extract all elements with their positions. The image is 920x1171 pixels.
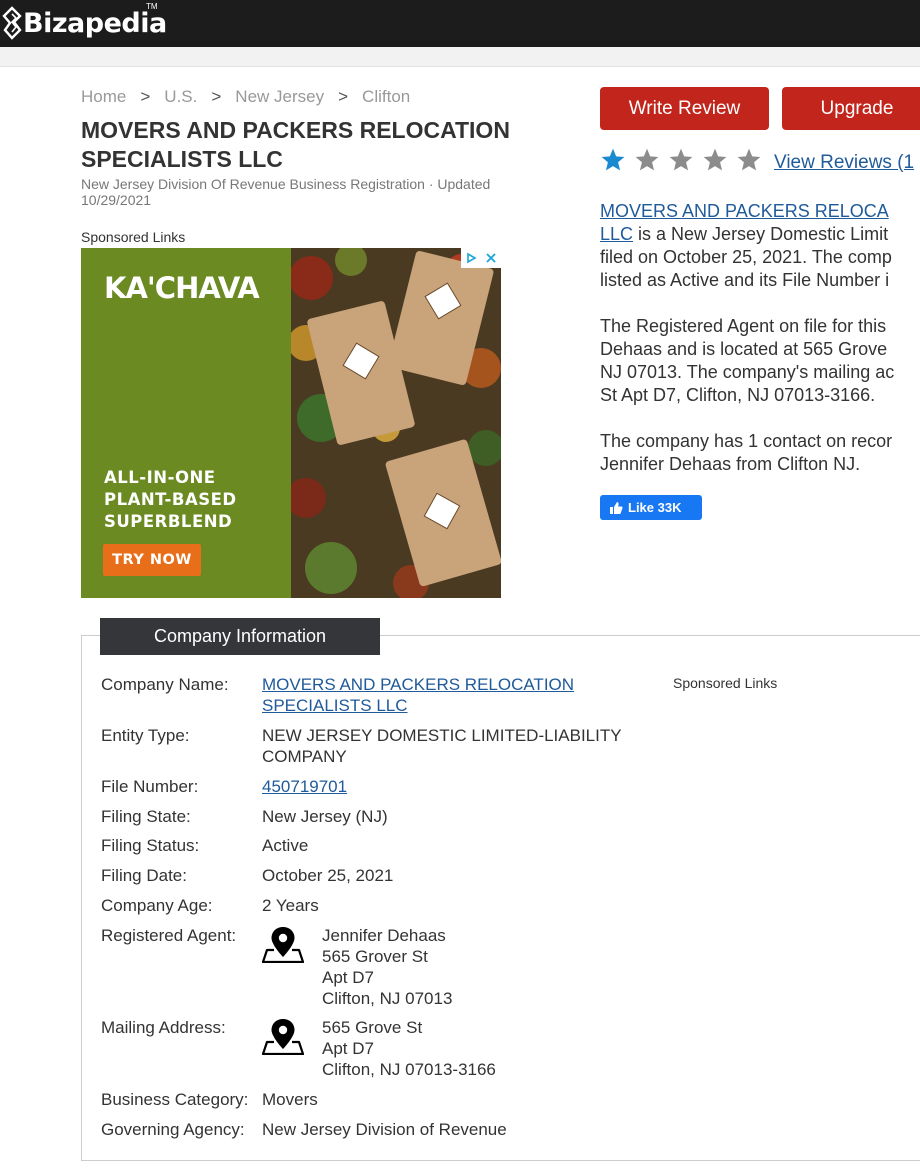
description-text: The Registered Agent on file for this <box>600 316 887 336</box>
file-number-link[interactable]: 450719701 <box>262 777 347 796</box>
thumbs-up-icon <box>610 501 623 514</box>
breadcrumb-us[interactable]: U.S. <box>164 87 197 107</box>
source-updated-line: New Jersey Division Of Revenue Business … <box>81 176 491 208</box>
star-icon[interactable] <box>600 147 626 173</box>
address-line: Apt D7 <box>322 1039 374 1058</box>
star-icon[interactable] <box>702 147 728 173</box>
company-name-link[interactable]: MOVERS AND PACKERS RELOCA <box>600 201 889 221</box>
ad-panel: KA'CHAVA ALL-IN-ONE PLANT-BASED SUPERBLE… <box>81 248 291 598</box>
ad-tagline: ALL-IN-ONE PLANT-BASED SUPERBLEND <box>104 468 237 531</box>
description-text: is a New Jersey Domestic Limit <box>633 224 889 244</box>
ad-product-image <box>291 248 501 598</box>
info-label: Company Name: <box>101 675 229 694</box>
breadcrumb-separator: > <box>211 87 222 106</box>
entity-type-line: COMPANY <box>262 747 347 766</box>
address-line: 565 Grove St <box>322 1018 423 1037</box>
rating-stars[interactable] <box>600 147 770 173</box>
info-label: Business Category: <box>101 1090 249 1109</box>
info-value: Active <box>262 836 309 855</box>
description-text: listed as Active and its File Number i <box>600 270 890 290</box>
description-text: The company has 1 contact on recor <box>600 431 893 451</box>
logo-text: Bizapedia <box>23 7 167 39</box>
ad-banner[interactable]: KA'CHAVA ALL-IN-ONE PLANT-BASED SUPERBLE… <box>81 248 501 598</box>
address-line: Clifton, NJ 07013-3166 <box>322 1060 496 1079</box>
info-label: Filing Status: <box>101 836 200 855</box>
info-label: Filing Date: <box>101 866 187 885</box>
company-name-link[interactable]: LLC <box>600 224 633 244</box>
breadcrumb-separator: > <box>140 87 151 106</box>
entity-type-line: NEW JERSEY DOMESTIC LIMITED-LIABILITY <box>262 726 622 745</box>
map-pin-icon[interactable] <box>262 1017 304 1055</box>
page-title-line: SPECIALISTS LLC <box>81 146 283 172</box>
breadcrumb-clifton[interactable]: Clifton <box>362 87 410 107</box>
write-review-button[interactable]: Write Review <box>600 87 769 130</box>
info-value: October 25, 2021 <box>262 866 394 885</box>
address-line: Apt D7 <box>322 968 374 987</box>
info-label: File Number: <box>101 777 199 796</box>
ad-choices-icon[interactable] <box>465 252 477 264</box>
star-icon[interactable] <box>668 147 694 173</box>
top-bar: Bizapedia TM <box>0 0 920 47</box>
breadcrumb-new-jersey[interactable]: New Jersey <box>235 87 324 107</box>
description-text: Dehaas and is located at 565 Grove <box>600 339 888 359</box>
close-icon[interactable] <box>485 252 497 264</box>
info-value: NEW JERSEY DOMESTIC LIMITED-LIABILITY CO… <box>262 725 622 767</box>
bizapedia-logo[interactable]: Bizapedia <box>2 5 167 41</box>
address-line: 565 Grover St <box>322 947 428 966</box>
info-label: Registered Agent: <box>101 926 237 945</box>
description-text: Jennifer Dehaas from Clifton NJ. <box>600 454 861 474</box>
like-count: Like 33K <box>628 500 682 515</box>
info-value: MOVERS AND PACKERS RELOCATION SPECIALIST… <box>262 674 574 716</box>
map-pin-icon[interactable] <box>262 925 304 963</box>
info-label: Governing Agency: <box>101 1120 245 1139</box>
sponsored-links-label: Sponsored Links <box>81 229 186 245</box>
star-icon[interactable] <box>634 147 660 173</box>
info-value: 2 Years <box>262 896 319 915</box>
ad-try-now-button[interactable]: TRY NOW <box>103 544 201 576</box>
sponsored-links-label: Sponsored Links <box>673 675 778 691</box>
info-label: Entity Type: <box>101 726 190 745</box>
registered-agent-address: Jennifer Dehaas 565 Grover St Apt D7 Cli… <box>322 925 452 1009</box>
view-reviews-link[interactable]: View Reviews (1 <box>774 152 914 174</box>
ad-choices[interactable] <box>461 248 501 268</box>
company-description: MOVERS AND PACKERS RELOCA LLC is a New J… <box>600 200 920 499</box>
star-icon[interactable] <box>736 147 762 173</box>
info-label: Filing State: <box>101 807 191 826</box>
info-label: Company Age: <box>101 896 213 915</box>
logo-trademark: TM <box>146 2 158 11</box>
breadcrumb-separator: > <box>338 87 349 106</box>
upgrade-button[interactable]: Upgrade <box>782 87 920 130</box>
description-text: filed on October 25, 2021. The comp <box>600 247 892 267</box>
description-text: NJ 07013. The company's mailing ac <box>600 362 895 382</box>
company-name-value-link[interactable]: SPECIALISTS LLC <box>262 696 408 715</box>
company-name-value-link[interactable]: MOVERS AND PACKERS RELOCATION <box>262 675 574 694</box>
header-band <box>0 47 920 67</box>
address-line: Jennifer Dehaas <box>322 926 446 945</box>
info-value: Movers <box>262 1090 318 1109</box>
info-value: New Jersey (NJ) <box>262 807 388 826</box>
page-title: MOVERS AND PACKERS RELOCATION SPECIALIST… <box>81 116 581 174</box>
description-text: St Apt D7, Clifton, NJ 07013-3166. <box>600 385 876 405</box>
facebook-like-button[interactable]: Like 33K <box>600 495 702 520</box>
breadcrumb-home[interactable]: Home <box>81 87 126 107</box>
company-information-tab: Company Information <box>100 618 380 655</box>
breadcrumb: Home > U.S. > New Jersey > Clifton <box>81 87 410 107</box>
mailing-address: 565 Grove St Apt D7 Clifton, NJ 07013-31… <box>322 1017 496 1080</box>
logo-mark-icon <box>2 6 22 40</box>
info-value: New Jersey Division of Revenue <box>262 1120 507 1139</box>
info-label: Mailing Address: <box>101 1018 226 1037</box>
page-title-line: MOVERS AND PACKERS RELOCATION <box>81 117 510 143</box>
address-line: Clifton, NJ 07013 <box>322 989 453 1008</box>
info-value: 450719701 <box>262 776 347 797</box>
ad-brand: KA'CHAVA <box>104 271 260 305</box>
